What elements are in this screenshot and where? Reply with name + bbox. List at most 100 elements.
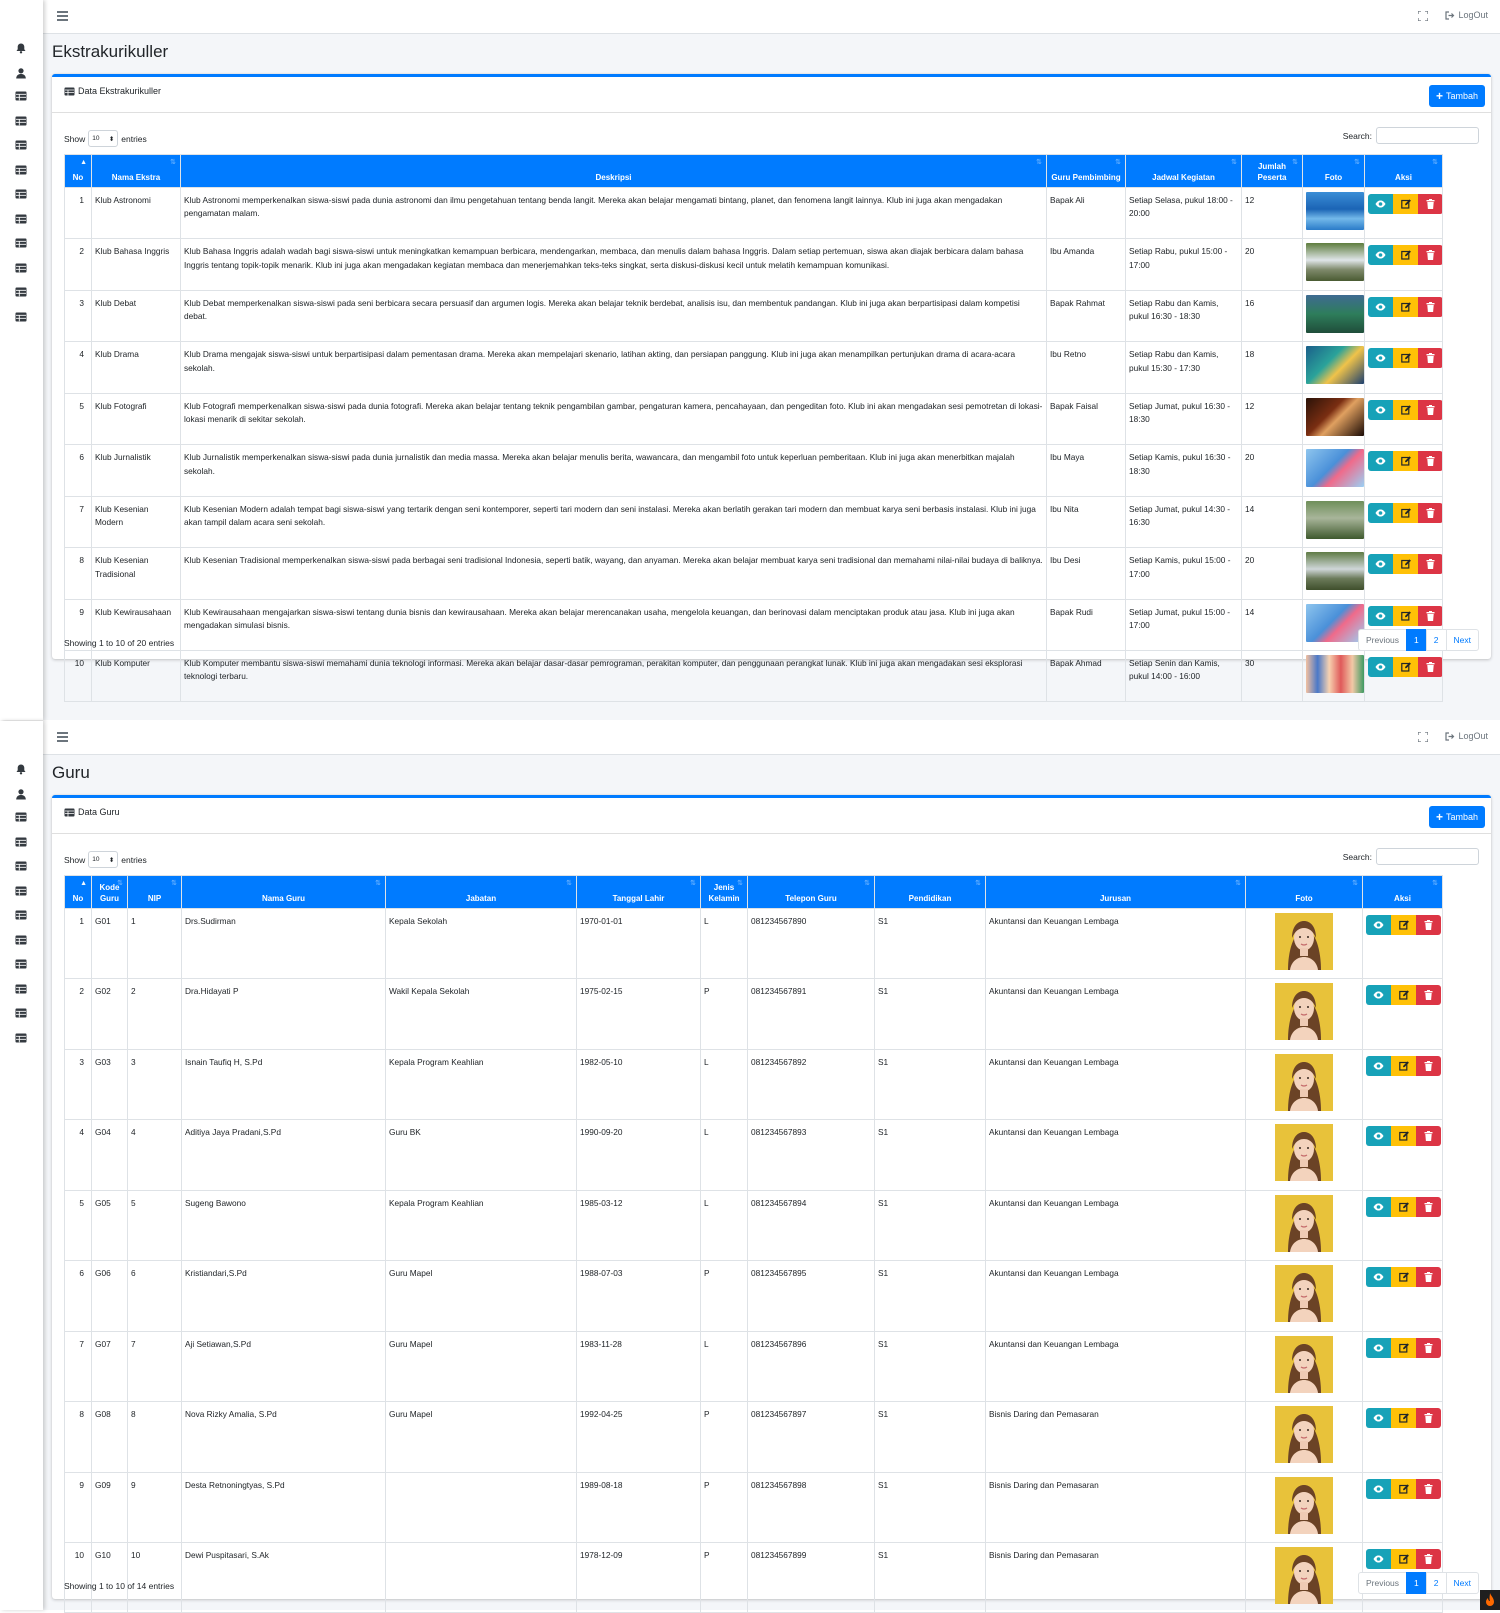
delete-button[interactable] (1416, 1337, 1441, 1358)
pagination-page-2[interactable]: 2 (1425, 629, 1447, 651)
view-button[interactable] (1368, 296, 1393, 317)
pagination-page-2[interactable]: 2 (1425, 1572, 1447, 1594)
pagination-previous[interactable]: Previous (1357, 1572, 1408, 1594)
column-header[interactable]: Telepon Guru ⇅ (747, 875, 875, 909)
table-icon[interactable] (15, 214, 29, 226)
add-button[interactable]: + Tambah (1428, 85, 1485, 107)
delete-button[interactable] (1416, 985, 1441, 1006)
column-header[interactable]: Jurusan ⇅ (985, 875, 1246, 909)
pagination-page-1[interactable]: 1 (1406, 1572, 1427, 1594)
view-button[interactable] (1368, 194, 1393, 214)
delete-button[interactable] (1418, 399, 1442, 420)
logout-button[interactable]: LogOut (1445, 731, 1488, 741)
delete-button[interactable] (1416, 1478, 1441, 1499)
table-icon[interactable] (15, 886, 29, 898)
table-icon[interactable] (15, 287, 29, 299)
column-header[interactable]: Jenis Kelamin ⇅ (700, 875, 748, 909)
entries-select[interactable]: 10 ⬍ (88, 851, 119, 868)
delete-button[interactable] (1416, 1196, 1441, 1217)
table-icon[interactable] (15, 984, 29, 996)
column-header[interactable]: Foto ⇅ (1302, 154, 1365, 188)
column-header[interactable]: Guru Pembimbing ⇅ (1046, 154, 1126, 188)
column-header[interactable]: Kode Guru ⇅ (91, 875, 128, 909)
view-button[interactable] (1368, 399, 1393, 420)
column-header[interactable]: Jabatan ⇅ (385, 875, 577, 909)
table-icon[interactable] (15, 935, 29, 947)
edit-button[interactable] (1393, 554, 1418, 575)
table-icon[interactable] (15, 189, 29, 201)
pagination-next[interactable]: Next (1445, 1572, 1479, 1594)
edit-button[interactable] (1391, 1267, 1416, 1288)
view-button[interactable] (1366, 915, 1391, 935)
delete-button[interactable] (1418, 605, 1442, 626)
column-header[interactable]: Jadwal Kegiatan ⇅ (1125, 154, 1242, 188)
edit-button[interactable] (1391, 1126, 1416, 1147)
delete-button[interactable] (1418, 194, 1442, 214)
table-icon[interactable] (15, 959, 29, 971)
column-header[interactable]: Pendidikan ⇅ (874, 875, 986, 909)
column-header[interactable]: No ▲ (64, 154, 92, 188)
bell-icon[interactable] (15, 42, 29, 54)
logout-button[interactable]: LogOut (1445, 10, 1488, 20)
view-button[interactable] (1368, 554, 1393, 575)
table-icon[interactable] (15, 910, 29, 922)
view-button[interactable] (1366, 1337, 1391, 1358)
edit-button[interactable] (1393, 656, 1418, 677)
delete-button[interactable] (1418, 554, 1442, 575)
edit-button[interactable] (1391, 1478, 1416, 1499)
view-button[interactable] (1366, 1196, 1391, 1217)
table-icon[interactable] (15, 861, 29, 873)
table-icon[interactable] (15, 837, 29, 849)
column-header[interactable]: Deskripsi ⇅ (180, 154, 1047, 188)
delete-button[interactable] (1418, 451, 1442, 472)
edit-button[interactable] (1393, 245, 1418, 266)
entries-select[interactable]: 10 ⬍ (88, 130, 119, 147)
view-button[interactable] (1366, 1478, 1391, 1499)
edit-button[interactable] (1393, 296, 1418, 317)
view-button[interactable] (1366, 1055, 1391, 1076)
view-button[interactable] (1366, 1126, 1391, 1147)
view-button[interactable] (1368, 245, 1393, 266)
table-icon[interactable] (15, 238, 29, 250)
pagination-next[interactable]: Next (1445, 629, 1479, 651)
edit-button[interactable] (1391, 1548, 1416, 1569)
view-button[interactable] (1368, 451, 1393, 472)
delete-button[interactable] (1416, 1055, 1441, 1076)
fullscreen-icon[interactable] (1418, 11, 1428, 21)
view-button[interactable] (1366, 1408, 1391, 1429)
delete-button[interactable] (1418, 245, 1442, 266)
table-icon[interactable] (15, 91, 29, 103)
delete-button[interactable] (1416, 1408, 1441, 1429)
column-header[interactable]: Foto ⇅ (1245, 875, 1363, 909)
table-icon[interactable] (15, 812, 29, 824)
edit-button[interactable] (1391, 915, 1416, 935)
edit-button[interactable] (1391, 1408, 1416, 1429)
pagination-page-1[interactable]: 1 (1406, 629, 1427, 651)
pagination-previous[interactable]: Previous (1357, 629, 1408, 651)
table-icon[interactable] (15, 165, 29, 177)
fullscreen-icon[interactable] (1418, 732, 1428, 742)
edit-button[interactable] (1393, 502, 1418, 523)
delete-button[interactable] (1416, 915, 1441, 935)
add-button[interactable]: + Tambah (1428, 806, 1485, 828)
table-icon[interactable] (15, 1033, 29, 1045)
table-icon[interactable] (15, 312, 29, 324)
column-header[interactable]: Jumlah Peserta ⇅ (1241, 154, 1303, 188)
view-button[interactable] (1368, 605, 1393, 626)
column-header[interactable]: Aksi ⇅ (1364, 154, 1443, 188)
search-input[interactable] (1376, 127, 1479, 144)
table-icon[interactable] (15, 263, 29, 275)
column-header[interactable]: Nama Ekstra ⇅ (91, 154, 181, 188)
edit-button[interactable] (1393, 348, 1418, 369)
delete-button[interactable] (1418, 348, 1442, 369)
view-button[interactable] (1368, 348, 1393, 369)
delete-button[interactable] (1418, 296, 1442, 317)
view-button[interactable] (1366, 985, 1391, 1006)
column-header[interactable]: NIP ⇅ (127, 875, 182, 909)
column-header[interactable]: No ▲ (64, 875, 92, 909)
column-header[interactable]: Aksi ⇅ (1362, 875, 1443, 909)
table-icon[interactable] (15, 116, 29, 128)
user-icon[interactable] (15, 67, 29, 79)
column-header[interactable]: Tanggal Lahir ⇅ (576, 875, 701, 909)
view-button[interactable] (1366, 1548, 1391, 1569)
